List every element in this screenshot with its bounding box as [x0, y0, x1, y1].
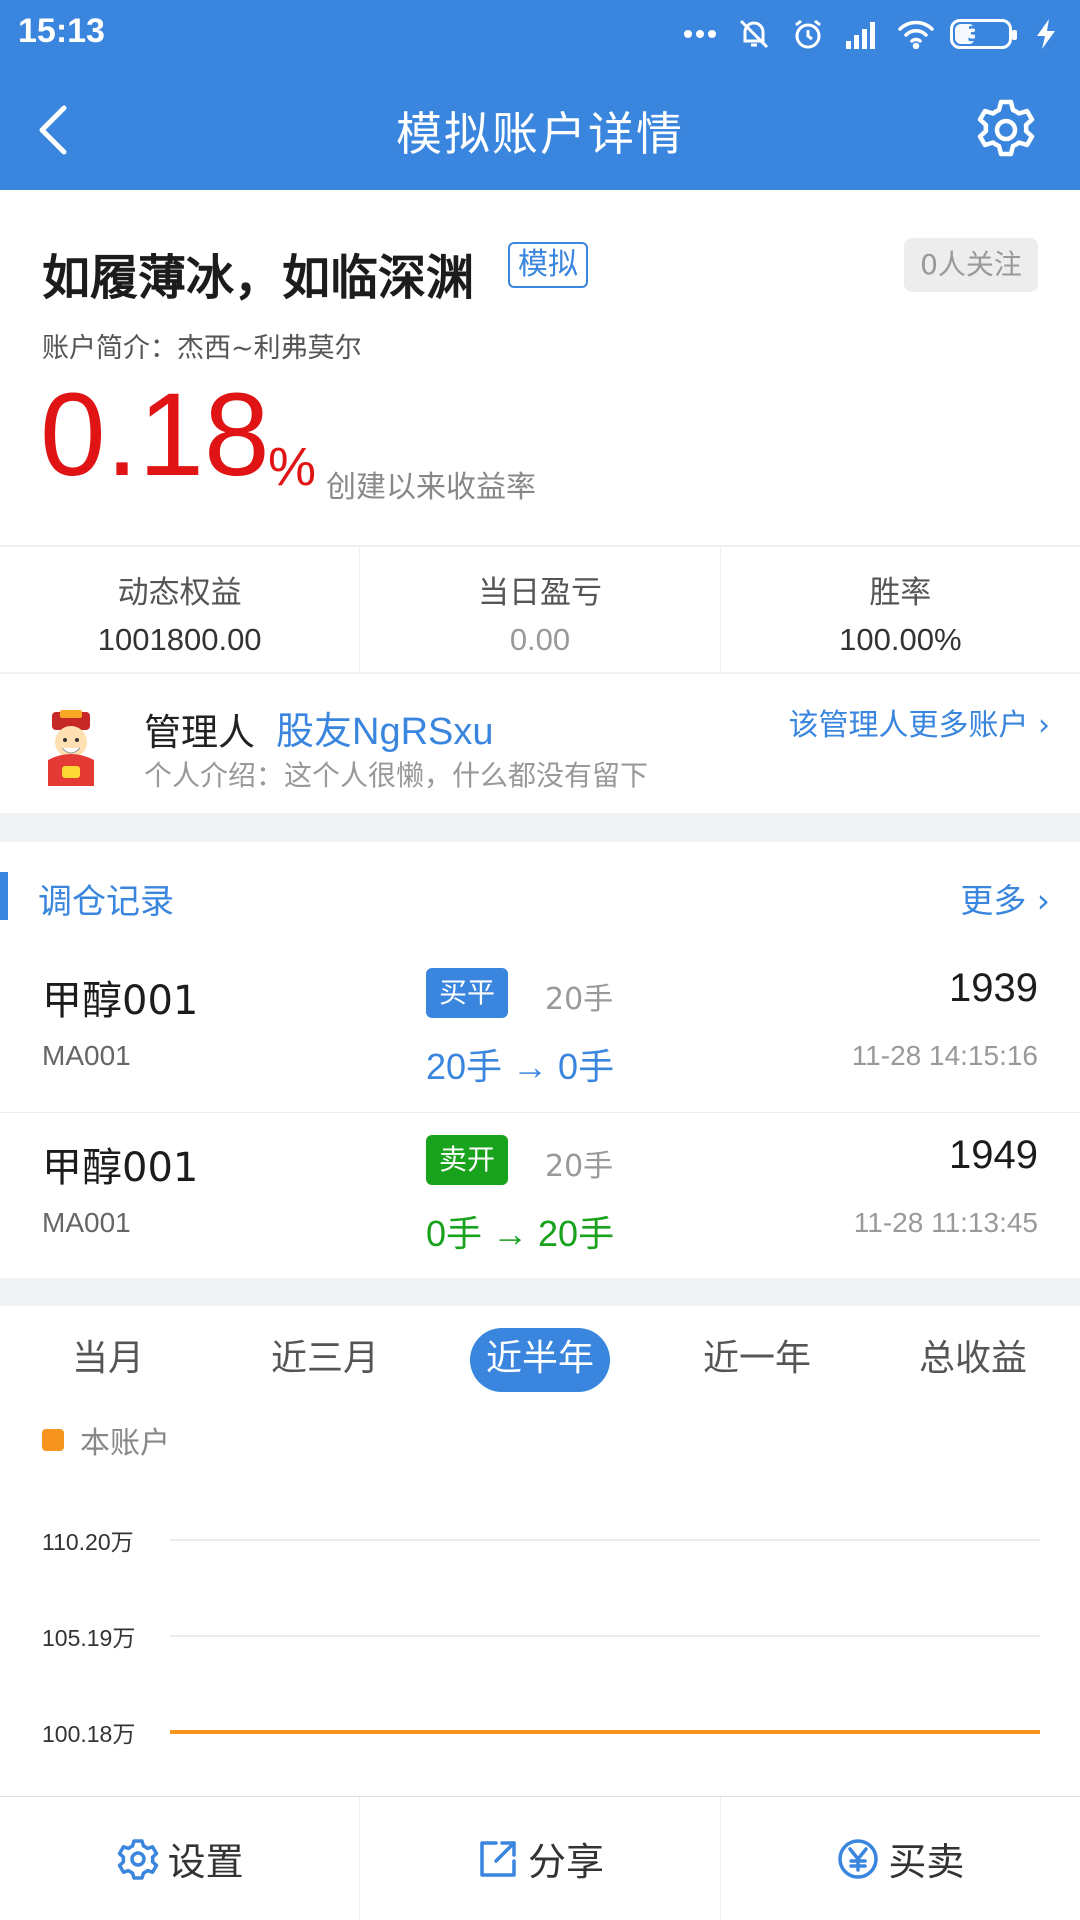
status-icons: 31 — [680, 14, 1066, 54]
bottom-action-bar: 设置 分享 买卖 — [0, 1796, 1080, 1920]
stat-daily-pnl: 当日盈亏 0.00 — [360, 547, 721, 672]
legend-label: 本账户 — [80, 1426, 170, 1461]
battery-icon: 31 — [950, 19, 1017, 49]
position-change: 0手 → 20手 — [426, 1213, 615, 1254]
bottom-trade-button[interactable]: 买卖 — [721, 1797, 1080, 1920]
returns-chart-card: 当月 近三月 近半年 近一年 总收益 本账户 110.20万 105.19万 100… — [0, 1306, 1080, 1796]
contract-name: 甲醇001 — [42, 1145, 199, 1191]
trade-time: 11-28 11:13:45 — [853, 1207, 1038, 1238]
tab-one-year[interactable]: 近一年 — [684, 1328, 830, 1392]
manager-intro: 个人介绍：这个人很懒，什么都没有留下 — [144, 759, 649, 792]
gear-icon — [977, 99, 1035, 157]
bottom-trade-label: 买卖 — [888, 1840, 965, 1884]
stat-label: 胜率 — [869, 575, 932, 611]
wifi-icon — [896, 14, 936, 54]
stat-value: 1001800.00 — [97, 622, 262, 657]
account-name: 如履薄冰，如临深渊 — [42, 250, 475, 306]
share-icon — [480, 1840, 516, 1877]
follow-button[interactable]: 0人关注 — [904, 238, 1038, 292]
trade-time: 11-28 14:15:16 — [851, 1040, 1038, 1071]
stat-equity: 动态权益 1001800.00 — [0, 547, 361, 672]
y-tick-label: 100.18万 — [42, 1721, 135, 1747]
returns-line-chart: 110.20万105.19万100.18万95.17万 — [42, 1529, 1040, 1747]
status-bar: 15:13 31 — [0, 0, 1080, 66]
yen-icon — [838, 1838, 879, 1879]
chart-legend: 本账户 — [42, 1418, 170, 1462]
records-more-link[interactable]: 更多 › — [960, 874, 1050, 922]
bottom-settings-label: 设置 — [167, 1840, 244, 1884]
tab-three-months[interactable]: 近三月 — [252, 1328, 398, 1392]
list-item[interactable]: 甲醇001 MA001 卖开 20手 0手 → 20手 1949 11-28 1… — [0, 1112, 1080, 1278]
position-change: 20手 → 0手 — [426, 1046, 615, 1087]
account-intro: 账户简介：杰西~利弗莫尔 — [42, 333, 362, 364]
tab-half-year[interactable]: 近半年 — [470, 1328, 610, 1392]
tab-current-month[interactable]: 当月 — [46, 1328, 170, 1392]
bottom-share-button[interactable]: 分享 — [360, 1797, 721, 1920]
trade-price: 1949 — [949, 1133, 1038, 1177]
legend-swatch — [42, 1429, 64, 1451]
settings-button[interactable] — [968, 92, 1044, 168]
period-tabs: 当月 近三月 近半年 近一年 总收益 — [0, 1328, 1080, 1392]
rebalance-records: 调仓记录 更多 › 甲醇001 MA001 买平 20手 20手 → 0手 19… — [0, 842, 1080, 1278]
manager-row[interactable]: 管理人 股友NgRSxu 个人介绍：这个人很懒，什么都没有留下 该管理人更多账户… — [0, 673, 1080, 813]
manager-name-link[interactable]: 股友NgRSxu — [276, 700, 494, 755]
contract-code: MA001 — [42, 1207, 131, 1238]
trade-type-badge: 卖开 — [426, 1135, 508, 1185]
status-time: 15:13 — [18, 12, 105, 50]
simulation-badge: 模拟 — [508, 242, 588, 288]
stat-value: 0.00 — [509, 622, 571, 657]
mute-bell-icon — [734, 14, 774, 54]
stat-label: 当日盈亏 — [477, 575, 602, 611]
stat-value: 100.00% — [839, 622, 962, 657]
y-tick-label: 110.20万 — [42, 1529, 134, 1555]
signal-icon — [842, 14, 882, 54]
page-title: 模拟账户详情 — [396, 107, 684, 161]
contract-name: 甲醇001 — [42, 978, 199, 1024]
stat-label: 动态权益 — [117, 575, 242, 611]
list-item[interactable]: 甲醇001 MA001 买平 20手 20手 → 0手 1939 11-28 1… — [0, 946, 1080, 1112]
contract-code: MA001 — [42, 1040, 131, 1071]
trade-quantity: 20手 — [545, 982, 614, 1017]
section-accent-bar — [0, 872, 8, 920]
manager-role: 管理人 — [144, 711, 255, 754]
bottom-share-label: 分享 — [527, 1840, 604, 1884]
alarm-icon — [788, 14, 828, 54]
app-header: 15:13 31 模拟账户详情 — [0, 0, 1080, 190]
section-title: 调仓记录 — [38, 882, 174, 922]
avatar[interactable] — [36, 710, 106, 790]
stat-win-rate: 胜率 100.00% — [721, 547, 1080, 672]
trade-price: 1939 — [949, 966, 1038, 1010]
return-rate-unit: % — [268, 437, 317, 497]
account-summary: 如履薄冰，如临深渊 模拟 0人关注 账户简介：杰西~利弗莫尔 0.18 % 创建… — [0, 190, 1080, 545]
manager-more-accounts-link[interactable]: 该管理人更多账户 › — [788, 700, 1050, 744]
trade-quantity: 20手 — [545, 1149, 614, 1184]
trade-type-badge: 买平 — [426, 968, 508, 1018]
y-tick-label: 105.19万 — [42, 1625, 135, 1651]
return-rate-value: 0.18 — [40, 369, 270, 501]
more-dots-icon — [680, 14, 720, 54]
return-rate-label: 创建以来收益率 — [326, 470, 536, 505]
tab-total-return[interactable]: 总收益 — [900, 1328, 1046, 1392]
bottom-settings-button[interactable]: 设置 — [0, 1797, 361, 1920]
account-stats: 动态权益 1001800.00 当日盈亏 0.00 胜率 100.00% — [0, 546, 1080, 672]
nav-bar: 模拟账户详情 — [0, 80, 1080, 180]
charging-icon — [1026, 14, 1066, 54]
gear-icon — [117, 1838, 158, 1880]
